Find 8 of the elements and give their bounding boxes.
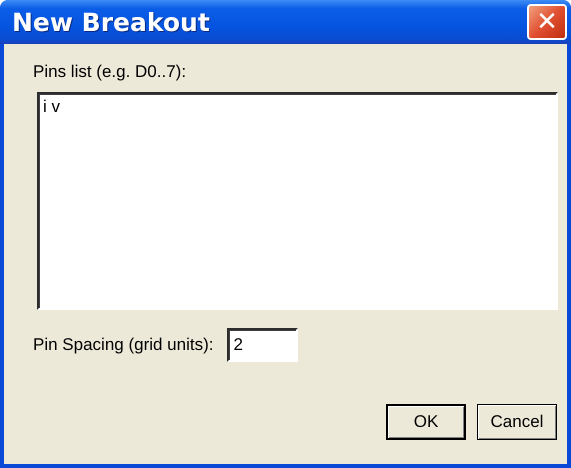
ok-button[interactable]: OK [386, 404, 466, 440]
pin-spacing-label: Pin Spacing (grid units): [33, 335, 214, 355]
pins-list-field[interactable]: i v [37, 92, 558, 310]
pin-spacing-field[interactable]: 2 [227, 328, 298, 362]
close-button[interactable]: ✕ [527, 4, 567, 40]
cancel-button[interactable]: Cancel [477, 404, 557, 440]
pins-list-label: Pins list (e.g. D0..7): [33, 62, 188, 82]
window-title: New Breakout [12, 8, 210, 36]
